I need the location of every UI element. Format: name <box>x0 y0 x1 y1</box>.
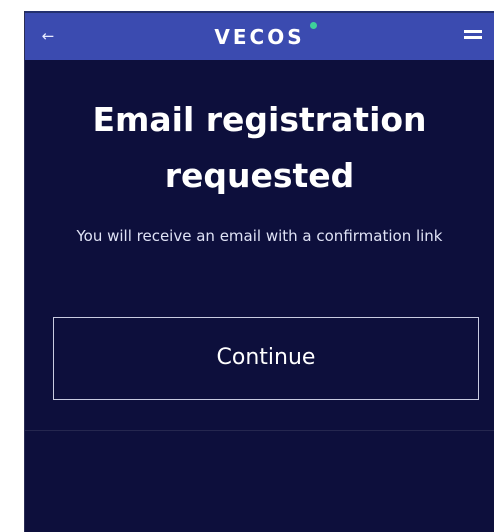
confirmation-panel: Email registration requested You will re… <box>25 60 494 431</box>
brand-name: VECOS <box>214 25 305 49</box>
top-bar: ← VECOS <box>25 11 494 60</box>
continue-button[interactable]: Continue <box>53 317 479 400</box>
brand-wrap: VECOS <box>214 22 317 50</box>
status-dot-icon <box>309 22 317 29</box>
confirmation-message: You will receive an email with a confirm… <box>76 227 443 245</box>
brand-logo: VECOS <box>25 22 494 50</box>
page-title: Email registration requested <box>92 100 427 195</box>
hamburger-menu-icon[interactable] <box>462 27 484 45</box>
menu-line <box>464 30 482 33</box>
app-screen: ← VECOS Email registration requested You… <box>24 11 494 532</box>
menu-line <box>464 36 482 39</box>
